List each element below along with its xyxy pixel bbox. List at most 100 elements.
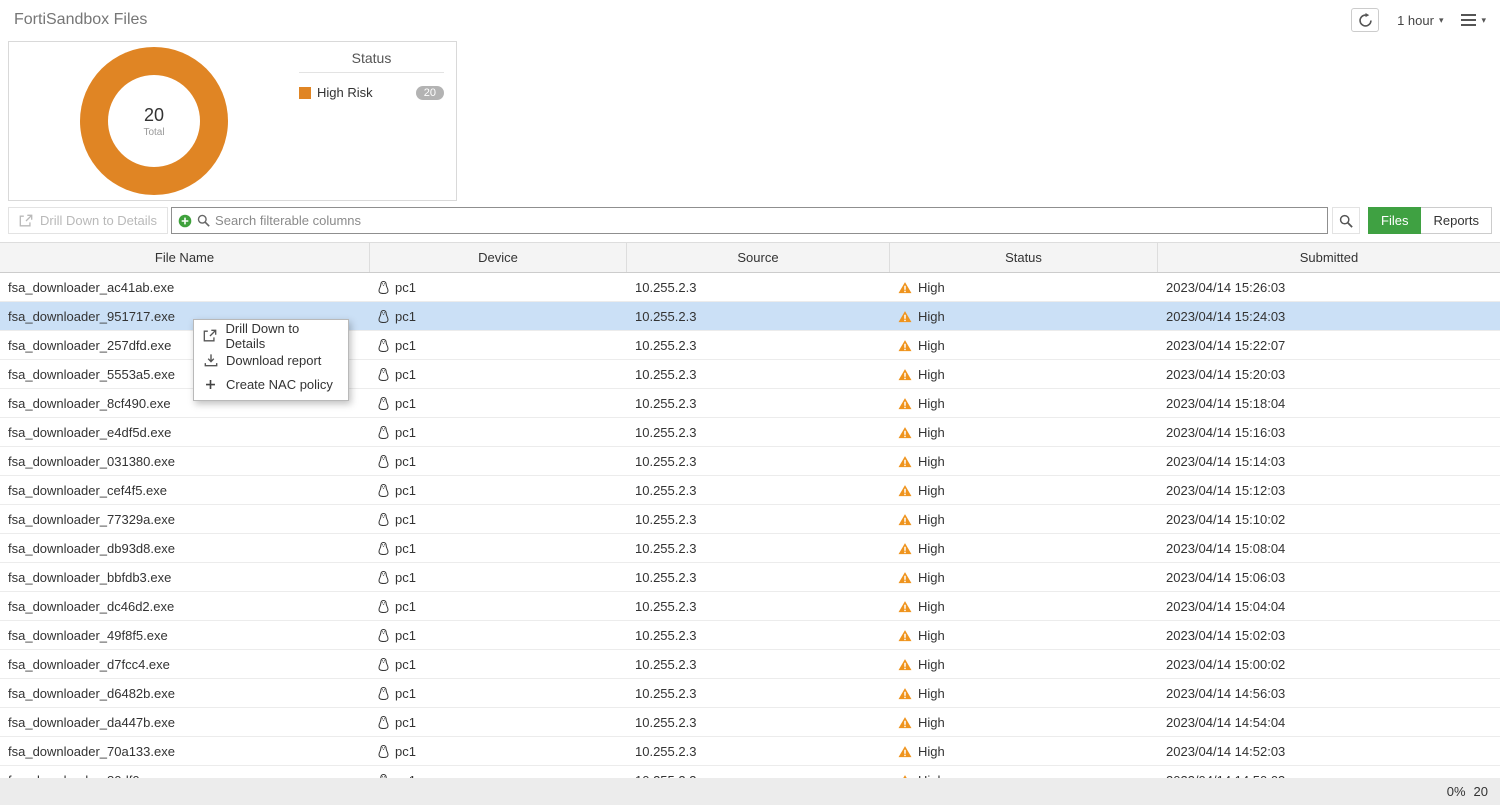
cell-file-name: fsa_downloader_80df0.exe: [0, 766, 370, 778]
table-row[interactable]: fsa_downloader_70a133.exe pc1 10.255.2.3…: [0, 737, 1500, 766]
cell-source: 10.255.2.3: [627, 650, 890, 678]
donut-chart[interactable]: 20 Total: [80, 47, 228, 195]
warning-icon: [898, 600, 912, 613]
cell-text-submitted: 2023/04/14 14:54:04: [1166, 715, 1285, 730]
table-row[interactable]: fsa_downloader_d6482b.exe pc1 10.255.2.3…: [0, 679, 1500, 708]
cell-text-file: fsa_downloader_dc46d2.exe: [8, 599, 174, 614]
device-icon: [378, 629, 389, 642]
cell-text-submitted: 2023/04/14 15:12:03: [1166, 483, 1285, 498]
cell-text-file: fsa_downloader_ac41ab.exe: [8, 280, 174, 295]
cell-text-status: High: [918, 280, 945, 295]
cell-file-name: fsa_downloader_d6482b.exe: [0, 679, 370, 707]
table-row[interactable]: fsa_downloader_db93d8.exe pc1 10.255.2.3…: [0, 534, 1500, 563]
chart-legend: Status High Risk 20: [299, 42, 456, 200]
cell-submitted: 2023/04/14 15:16:03: [1158, 418, 1500, 446]
context-menu-item-download-report[interactable]: Download report: [194, 348, 348, 372]
column-header-device[interactable]: Device: [370, 243, 627, 272]
table-row[interactable]: fsa_downloader_80df0.exe pc1 10.255.2.3 …: [0, 766, 1500, 778]
cell-text-status: High: [918, 483, 945, 498]
cell-text-status: High: [918, 686, 945, 701]
warning-icon: [898, 484, 912, 497]
cell-text-submitted: 2023/04/14 15:06:03: [1166, 570, 1285, 585]
device-icon: [378, 542, 389, 555]
device-icon: [378, 426, 389, 439]
column-header-source[interactable]: Source: [627, 243, 890, 272]
cell-text-status: High: [918, 367, 945, 382]
cell-text-status: High: [918, 338, 945, 353]
table-row[interactable]: fsa_downloader_d7fcc4.exe pc1 10.255.2.3…: [0, 650, 1500, 679]
table-row[interactable]: fsa_downloader_ac41ab.exe pc1 10.255.2.3…: [0, 273, 1500, 302]
cell-text-source: 10.255.2.3: [635, 338, 696, 353]
cell-text-source: 10.255.2.3: [635, 309, 696, 324]
cell-text-file: fsa_downloader_d6482b.exe: [8, 686, 175, 701]
context-menu-item-drill-down[interactable]: Drill Down to Details: [194, 324, 348, 348]
cell-status: High: [890, 273, 1158, 301]
table-row[interactable]: fsa_downloader_e4df5d.exe pc1 10.255.2.3…: [0, 418, 1500, 447]
warning-icon: [898, 368, 912, 381]
cell-file-name: fsa_downloader_cef4f5.exe: [0, 476, 370, 504]
drill-down-button[interactable]: Drill Down to Details: [8, 207, 168, 234]
cell-text-submitted: 2023/04/14 15:10:02: [1166, 512, 1285, 527]
cell-status: High: [890, 389, 1158, 417]
reports-tab[interactable]: Reports: [1421, 207, 1492, 234]
high-risk-swatch: [299, 87, 311, 99]
cell-text-device: pc1: [395, 396, 416, 411]
column-header-submitted[interactable]: Submitted: [1158, 243, 1500, 272]
cell-status: High: [890, 360, 1158, 388]
table-row[interactable]: fsa_downloader_da447b.exe pc1 10.255.2.3…: [0, 708, 1500, 737]
cell-status: High: [890, 331, 1158, 359]
files-tab[interactable]: Files: [1368, 207, 1421, 234]
table-row[interactable]: fsa_downloader_cef4f5.exe pc1 10.255.2.3…: [0, 476, 1500, 505]
time-range-dropdown[interactable]: 1 hour ▾: [1397, 13, 1443, 28]
search-input[interactable]: [215, 213, 1321, 228]
cell-text-status: High: [918, 541, 945, 556]
cell-device: pc1: [370, 766, 627, 778]
cell-text-file: fsa_downloader_257dfd.exe: [8, 338, 171, 353]
legend-title: Status: [299, 50, 444, 73]
table-row[interactable]: fsa_downloader_77329a.exe pc1 10.255.2.3…: [0, 505, 1500, 534]
legend-item-high-risk[interactable]: High Risk 20: [299, 85, 444, 100]
cell-submitted: 2023/04/14 14:52:03: [1158, 737, 1500, 765]
cell-text-source: 10.255.2.3: [635, 570, 696, 585]
cell-source: 10.255.2.3: [627, 389, 890, 417]
donut-chart-area: 20 Total: [9, 42, 299, 200]
cell-status: High: [890, 679, 1158, 707]
row-count: 20: [1474, 784, 1488, 799]
cell-text-file: fsa_downloader_49f8f5.exe: [8, 628, 168, 643]
cell-text-submitted: 2023/04/14 15:16:03: [1166, 425, 1285, 440]
cell-source: 10.255.2.3: [627, 302, 890, 330]
cell-text-source: 10.255.2.3: [635, 280, 696, 295]
table-row[interactable]: fsa_downloader_dc46d2.exe pc1 10.255.2.3…: [0, 592, 1500, 621]
cell-text-file: fsa_downloader_70a133.exe: [8, 744, 175, 759]
cell-text-file: fsa_downloader_031380.exe: [8, 454, 175, 469]
cell-text-status: High: [918, 657, 945, 672]
cell-text-status: High: [918, 599, 945, 614]
context-menu-item-create-nac-policy[interactable]: Create NAC policy: [194, 372, 348, 396]
table-row[interactable]: fsa_downloader_bbfdb3.exe pc1 10.255.2.3…: [0, 563, 1500, 592]
warning-icon: [898, 339, 912, 352]
chevron-down-icon: ▾: [1439, 15, 1444, 26]
column-header-status[interactable]: Status: [890, 243, 1158, 272]
cell-status: High: [890, 621, 1158, 649]
cell-text-device: pc1: [395, 599, 416, 614]
cell-text-submitted: 2023/04/14 15:00:02: [1166, 657, 1285, 672]
table-row[interactable]: fsa_downloader_031380.exe pc1 10.255.2.3…: [0, 447, 1500, 476]
cell-text-device: pc1: [395, 280, 416, 295]
legend-count-badge: 20: [416, 86, 444, 100]
column-header-file-name[interactable]: File Name: [0, 243, 370, 272]
cell-text-device: pc1: [395, 570, 416, 585]
device-icon: [378, 310, 389, 323]
refresh-button[interactable]: [1351, 8, 1379, 32]
cell-text-source: 10.255.2.3: [635, 454, 696, 469]
device-icon: [378, 513, 389, 526]
search-button[interactable]: [1332, 207, 1360, 234]
table-row[interactable]: fsa_downloader_49f8f5.exe pc1 10.255.2.3…: [0, 621, 1500, 650]
cell-status: High: [890, 592, 1158, 620]
menu-item-label: Download report: [226, 353, 321, 368]
cell-status: High: [890, 766, 1158, 778]
add-filter-icon[interactable]: [178, 214, 192, 228]
cell-text-device: pc1: [395, 512, 416, 527]
cell-text-device: pc1: [395, 338, 416, 353]
menu-dropdown[interactable]: ▾: [1461, 14, 1486, 26]
view-toggle: Files Reports: [1368, 207, 1492, 234]
